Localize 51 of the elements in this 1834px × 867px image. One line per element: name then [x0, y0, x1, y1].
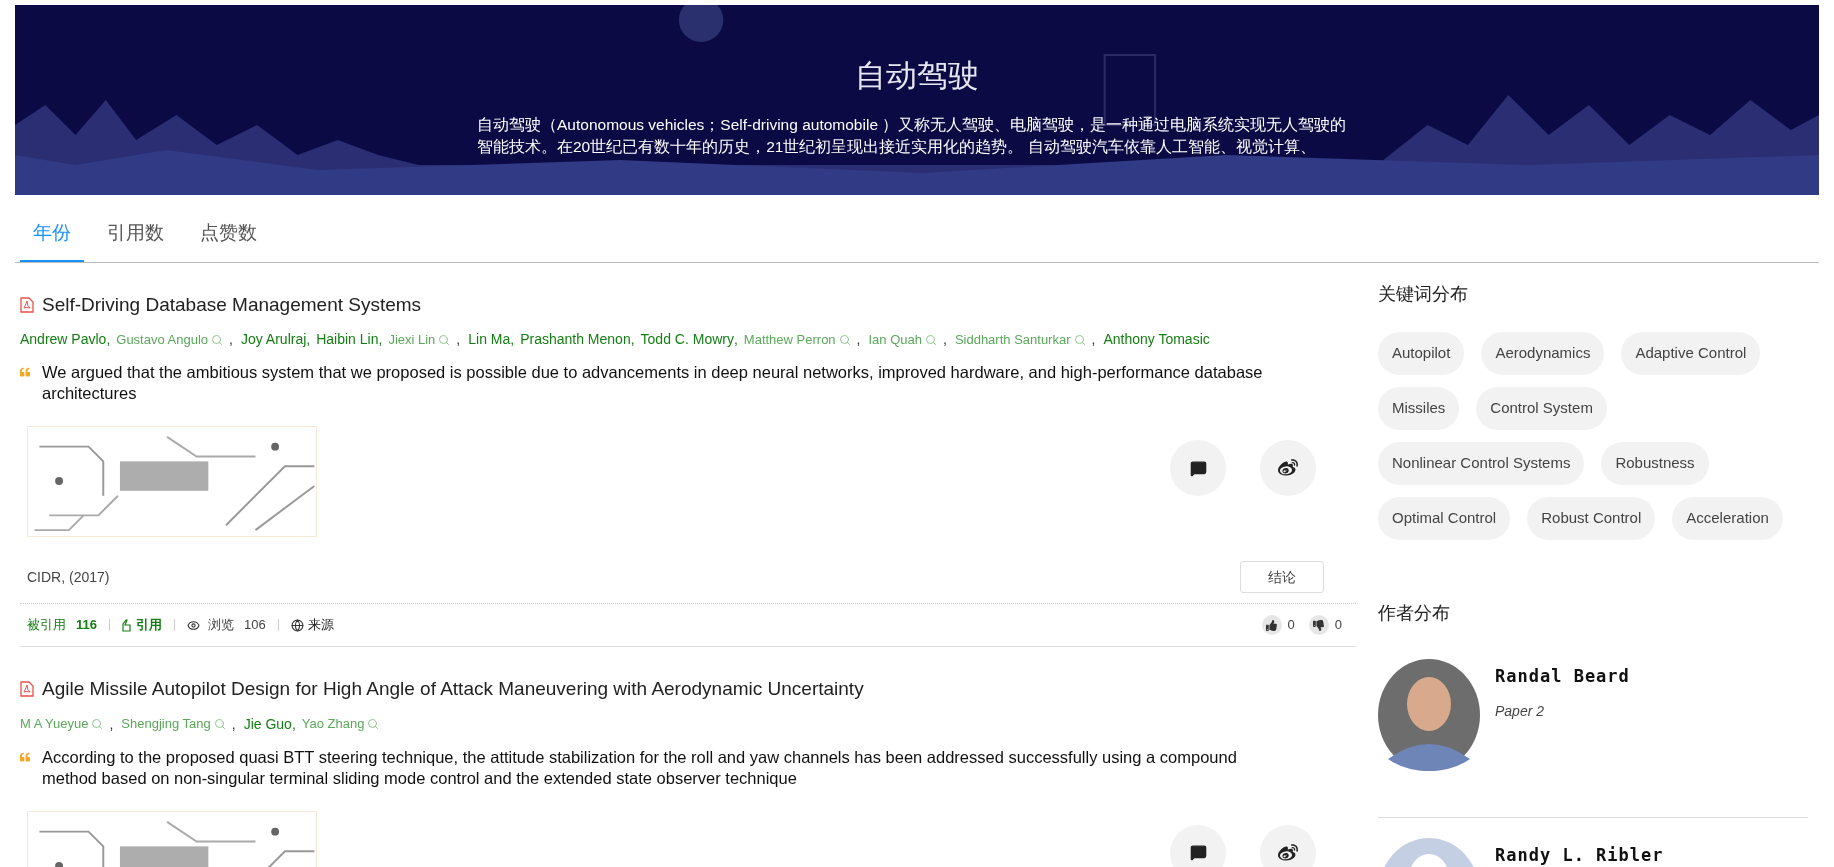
paper-count: Paper 2	[1495, 702, 1546, 721]
author-link[interactable]: Todd C. Mowry	[640, 329, 734, 350]
like-count: 0	[1287, 616, 1295, 635]
cite-link[interactable]: 引用	[122, 615, 162, 635]
separator: ,	[510, 330, 515, 349]
keyword-tag[interactable]: Acceleration	[1672, 496, 1783, 540]
separator: ,	[943, 330, 947, 349]
views-label: 浏览	[208, 616, 234, 635]
tab[interactable]: 点赞数	[187, 215, 270, 262]
keyword-tag[interactable]: Nonlinear Control Systems	[1378, 441, 1585, 485]
banner-description: 自动驾驶（Autonomous vehicles；Self-driving automobile ）又称无人驾驶、电脑驾驶，是一种通过电脑系统实现无人驾驶的智能技术。在20世纪已有数十年的历史，21世纪初呈现出接近实用化的趋势。 自动驾驶汽车依靠人工智能、视觉计算、	[477, 114, 1348, 157]
separator: ,	[291, 714, 296, 734]
separator: ,	[231, 714, 236, 734]
separator: ,	[630, 330, 635, 349]
separator: ,	[456, 330, 461, 349]
author-name[interactable]: Randal Beard	[1495, 665, 1630, 686]
paper-summary: We argued that the ambitious system that we proposed is possible due to advancements in deep neural networks, improved hardware, and high-performance database architectures	[42, 362, 1264, 404]
tab[interactable]: 引用数	[94, 215, 177, 262]
paper-summary: According to the proposed quasi BTT steering technique, the attitude stabilization for the roll and yaw channels has been addressed successfully using a compound method based on non-singular terminal sliding mode control and the extended state observer technique	[42, 746, 1238, 789]
author-link[interactable]: Anthony Tomasic	[1103, 329, 1210, 350]
author-link[interactable]: Jie Guo	[243, 713, 292, 735]
separator: ,	[378, 330, 383, 349]
separator: ,	[106, 330, 111, 349]
author-link[interactable]: Prashanth Menon	[520, 329, 631, 350]
keyword-tag[interactable]: Autopilot	[1378, 331, 1465, 375]
keyword-tag[interactable]: Robust Control	[1527, 496, 1656, 540]
source-link[interactable]: 来源	[290, 615, 334, 635]
keyword-tag[interactable]: Control System	[1476, 386, 1607, 430]
author-name[interactable]: Randy L. Ribler	[1495, 844, 1664, 865]
separator: ,	[1091, 330, 1096, 349]
banner-title: 自动驾驶	[855, 57, 979, 95]
keyword-tag[interactable]: Optimal Control	[1378, 496, 1511, 540]
cited-by-count: 116	[76, 616, 97, 635]
keyword-tag[interactable]: Adaptive Control	[1621, 331, 1761, 375]
separator: ,	[229, 330, 233, 349]
venue-text: CIDR, (2017)	[27, 567, 110, 587]
dislike-count: 0	[1334, 616, 1342, 635]
conclusion-button[interactable]: 结论	[1240, 561, 1324, 593]
keyword-tag[interactable]: Missiles	[1378, 386, 1460, 430]
cited-by-label: 被引用	[27, 616, 66, 635]
separator: ,	[109, 714, 114, 734]
section-heading: 作者分布	[1378, 601, 1451, 625]
separator: ,	[856, 330, 861, 349]
paper-title[interactable]: Self-Driving Database Management Systems	[42, 290, 422, 319]
keyword-tag[interactable]: Robustness	[1601, 441, 1709, 485]
separator: ,	[306, 330, 311, 349]
separator: ,	[733, 330, 738, 349]
paper-title[interactable]: Agile Missile Autopilot Design for High Angle of Attack Maneuvering with Aerodynamic Uncertainty	[42, 675, 864, 704]
keyword-tag[interactable]: Aerodynamics	[1481, 331, 1605, 375]
section-heading: 关键词分布	[1378, 282, 1469, 306]
views-count: 106	[244, 616, 266, 635]
